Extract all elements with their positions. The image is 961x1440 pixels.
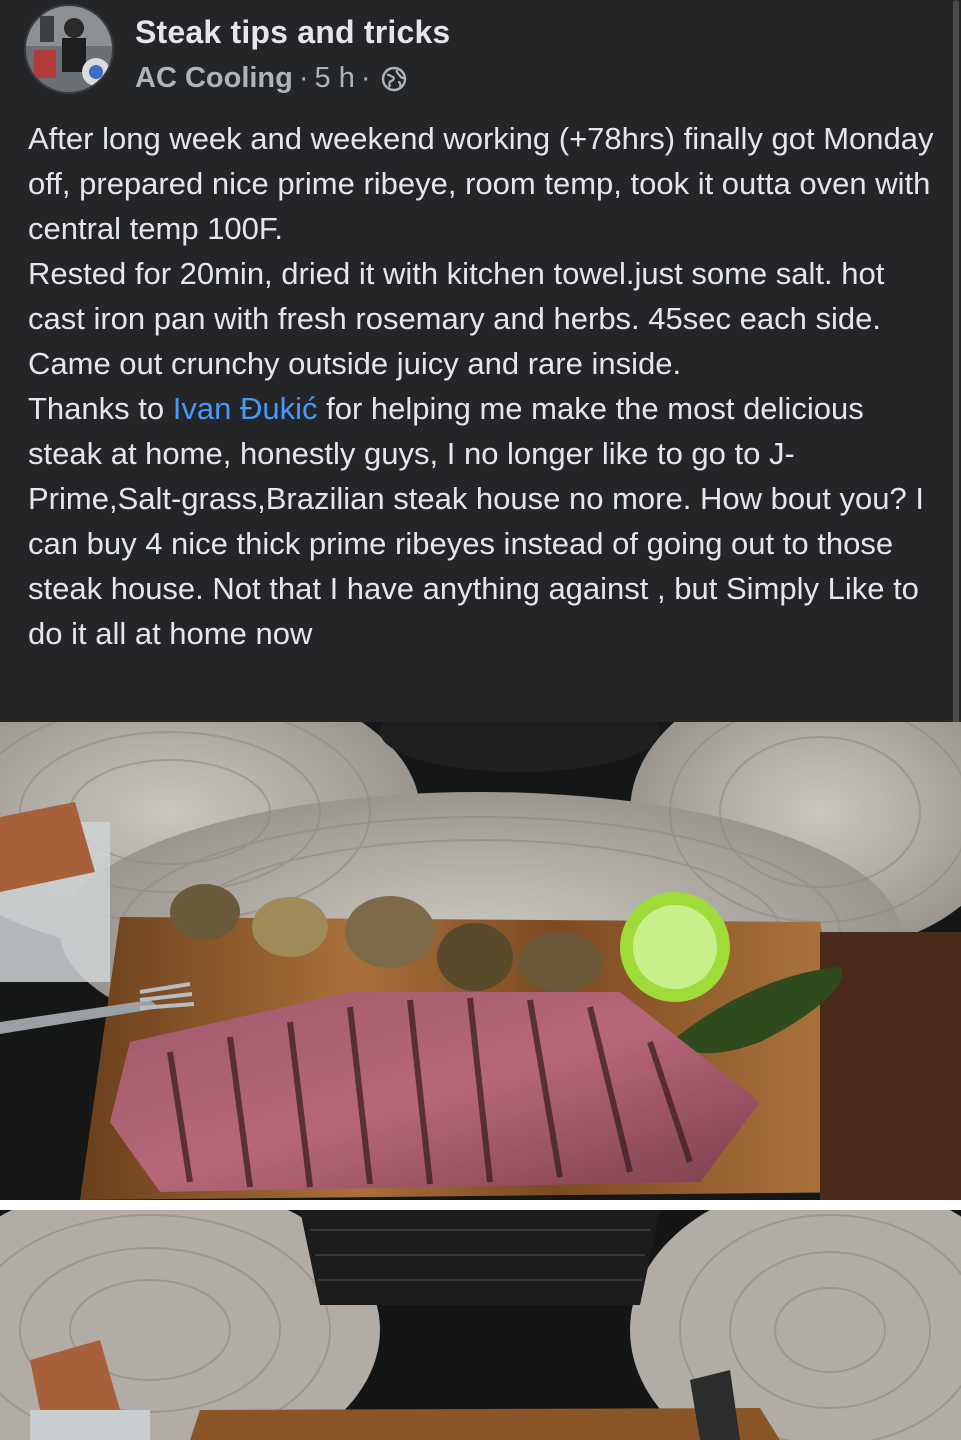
steak-photo-image [0, 1210, 961, 1440]
meta-separator: · [298, 62, 309, 94]
globe-icon [381, 66, 407, 92]
group-avatar[interactable] [24, 4, 114, 94]
author-name[interactable]: AC Cooling [135, 62, 293, 95]
post-time[interactable]: 5 h [315, 62, 355, 95]
post-paragraph: After long week and weekend working (+78… [28, 121, 934, 246]
post-meta: AC Cooling · 5 h · [135, 62, 407, 95]
avatar-image [26, 6, 112, 92]
post-paragraph: Came out crunchy outside juicy and rare … [28, 346, 682, 381]
post-paragraph: Rested for 20min, dried it with kitchen … [28, 256, 885, 336]
thanks-prefix: Thanks to [28, 391, 173, 426]
post-header: Steak tips and tricks AC Cooling · 5 h · [0, 0, 961, 110]
post-photo[interactable] [0, 1210, 961, 1440]
post-page: Steak tips and tricks AC Cooling · 5 h ·… [0, 0, 961, 1440]
scrollbar[interactable] [953, 0, 959, 800]
post-paragraph: Thanks to Ivan Đukić for helping me make… [28, 386, 940, 656]
group-name[interactable]: Steak tips and tricks [135, 14, 450, 51]
post-photo[interactable] [0, 722, 961, 1200]
user-mention-link[interactable]: Ivan Đukić [173, 391, 318, 426]
meta-separator: · [360, 62, 371, 94]
steak-photo-image [0, 722, 961, 1200]
thanks-suffix: for helping me make the most delicious s… [28, 391, 924, 651]
post-text: After long week and weekend working (+78… [28, 116, 940, 656]
photo-divider [0, 1200, 961, 1210]
